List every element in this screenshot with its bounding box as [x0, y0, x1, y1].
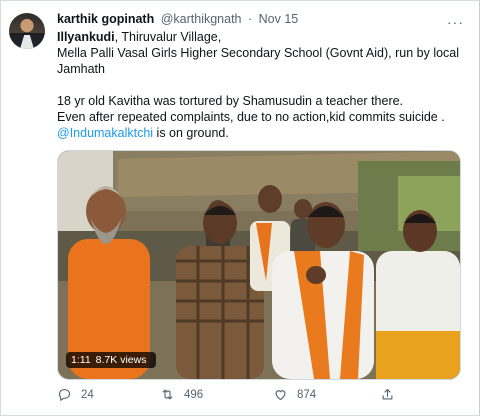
share-icon: [382, 388, 393, 400]
mention-link[interactable]: @Indumakalktchi: [57, 126, 153, 140]
tweet-line-1: Illyankudi, Thiruvalur Village,: [57, 29, 461, 45]
reply-button[interactable]: 24: [57, 387, 94, 402]
video-duration: 1:11: [71, 354, 91, 366]
video-player[interactable]: 1:11 8.7K views: [57, 150, 461, 380]
video-views: 8.7K views: [95, 354, 147, 366]
tweet-line-3: Jamhath: [57, 62, 105, 76]
tweet-text: Illyankudi, Thiruvalur Village, Mella Pa…: [57, 29, 461, 141]
video-badge: 1:11 8.7K views: [66, 352, 157, 368]
author-name[interactable]: karthik gopinath: [57, 12, 154, 26]
author-handle[interactable]: @karthikgnath: [161, 12, 242, 26]
like-count: 874: [297, 388, 317, 401]
avatar[interactable]: [9, 13, 45, 49]
location-rest: , Thiruvalur Village,: [114, 30, 222, 44]
retweet-count: 496: [184, 388, 204, 401]
action-bar: 24 496 874: [57, 387, 461, 405]
more-icon[interactable]: ···: [447, 14, 464, 30]
reply-count: 24: [81, 388, 94, 401]
share-button[interactable]: [380, 387, 395, 402]
like-button[interactable]: 874: [273, 387, 316, 402]
separator: ·: [248, 12, 253, 26]
retweet-icon: [162, 389, 173, 400]
reply-icon: [58, 388, 71, 402]
location-bold: Illyankudi: [57, 30, 115, 44]
tweet-header: karthik gopinath @karthikgnath · Nov 15: [57, 12, 298, 26]
line-6-rest: is on ground.: [153, 126, 229, 140]
retweet-button[interactable]: 496: [160, 387, 203, 402]
tweet-date[interactable]: Nov 15: [259, 12, 299, 26]
video-frame: [58, 151, 460, 379]
tweet-line-6: @Indumakalktchi is on ground.: [57, 125, 461, 141]
tweet-line-5: Even after repeated complaints, due to n…: [57, 110, 445, 124]
tweet-line-2: Mella Palli Vasal Girls Higher Secondary…: [57, 46, 460, 60]
like-icon: [275, 390, 286, 401]
tweet-line-4: 18 yr old Kavitha was tortured by Shamus…: [57, 94, 404, 108]
